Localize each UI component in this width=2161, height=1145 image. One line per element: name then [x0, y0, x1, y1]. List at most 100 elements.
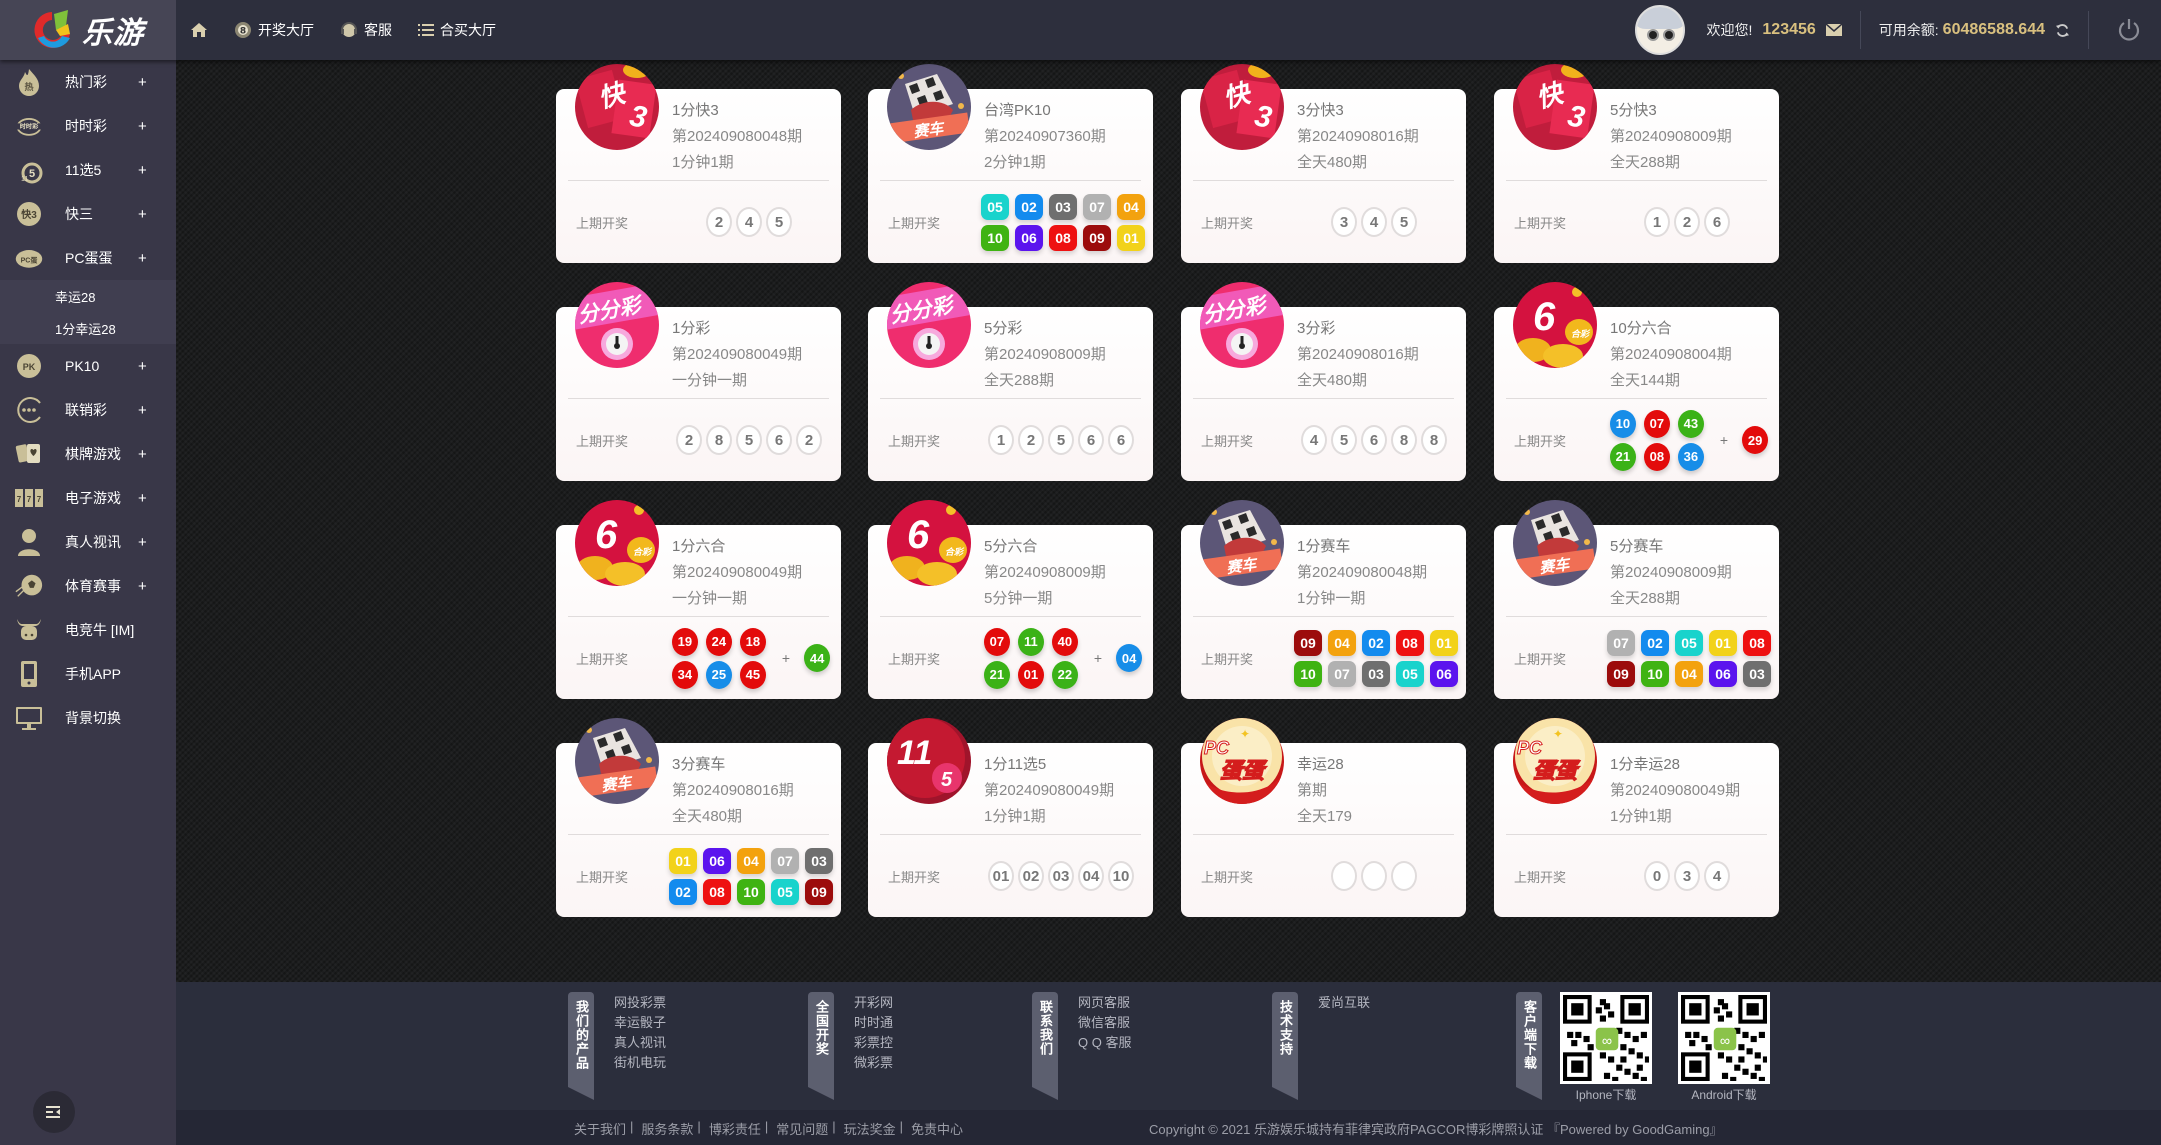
bottom-link[interactable]: 玩法奖金 — [844, 1119, 896, 1138]
sidebar-item-slot-machine[interactable]: 7 7 7 电子游戏 + — [0, 476, 176, 520]
sidebar-item-cards[interactable]: 棋牌游戏 + — [0, 432, 176, 476]
divider — [2088, 11, 2089, 49]
footer-link[interactable]: 幸运骰子 — [614, 1014, 666, 1031]
sidebar-item-mobile-phone[interactable]: 手机APP — [0, 652, 176, 696]
draw-frequency: 全天480期 — [672, 808, 743, 825]
sidebar-item-timer-lottery[interactable]: 时时彩 时时彩 + — [0, 104, 176, 148]
lottery-card[interactable]: 分分彩 5分彩 第20240908009期 全天288期 上期开奖 1 2 5 6 6 — [868, 282, 1153, 481]
sidebar-item-pk10[interactable]: PK PK10 + — [0, 344, 176, 388]
draw-ball: 2 — [706, 207, 732, 237]
draw-ball: 5 — [1331, 425, 1357, 455]
lottery-card[interactable]: 快 3 3分快3 第20240908016期 全天480期 上期开奖 3 4 5 — [1181, 64, 1466, 263]
bottom-link[interactable]: 免责中心 — [911, 1119, 963, 1138]
qr-code-icon: ∞ — [1678, 992, 1770, 1084]
nav-home[interactable] — [190, 22, 208, 38]
lottery-card[interactable]: 11 5 1分11选5 第202409080049期 1分钟1期 上期开奖 01 02 03 04… — [868, 718, 1153, 917]
draw-ball: 45 — [739, 660, 766, 689]
nav-label: 开奖大厅 — [258, 22, 314, 38]
footer-link[interactable]: 街机电玩 — [614, 1054, 666, 1071]
lottery-card[interactable]: 快 3 1分快3 第202409080048期 1分钟1期 上期开奖 2 4 5 — [556, 64, 841, 263]
nav-customer-service[interactable]: 客服 — [340, 20, 392, 40]
expand-plus-icon[interactable]: + — [138, 250, 147, 267]
expand-plus-icon[interactable]: + — [138, 402, 147, 419]
lottery-card[interactable]: 分分彩 3分彩 第20240908016期 全天480期 上期开奖 4 5 6 8 8 — [1181, 282, 1466, 481]
collapse-sidebar-button[interactable] — [33, 1091, 75, 1133]
dealer-icon — [14, 527, 44, 557]
footer-link[interactable]: Q Q 客服 — [1078, 1034, 1131, 1051]
issue-number: 第202409080048期 — [672, 128, 803, 145]
lottery-card[interactable]: 赛车 3分赛车 第20240908016期 全天480期 上期开奖 01 06 04 07 03 0… — [556, 718, 841, 917]
logout-power-icon[interactable] — [2097, 17, 2161, 43]
nav-group-buy[interactable]: 合买大厅 — [418, 20, 496, 40]
timer-lottery-icon: 时时彩 — [14, 111, 44, 141]
lottery-card[interactable]: 赛车 5分赛车 第20240908009期 全天288期 上期开奖 07 02 05 01 08 0… — [1494, 500, 1779, 699]
footer-link[interactable]: 时时通 — [854, 1014, 893, 1031]
lottery-name: 1分11选5 — [984, 756, 1047, 773]
expand-plus-icon[interactable]: + — [138, 118, 147, 135]
sidebar-item-soccer-ball[interactable]: 体育赛事 + — [0, 564, 176, 608]
bottom-link[interactable]: 常见问题 — [776, 1119, 828, 1138]
footer-link[interactable]: 真人视讯 — [614, 1034, 666, 1051]
expand-plus-icon[interactable]: + — [138, 74, 147, 91]
bottom-link[interactable]: 服务条款 — [641, 1119, 693, 1138]
draw-ball: 3 — [1331, 207, 1357, 237]
nav-lottery-hall[interactable]: 8 开奖大厅 — [234, 20, 314, 40]
lottery-card[interactable]: 6 合彩 10分六合 第20240908004期 全天144期 上期开奖 10 07 43 21 0… — [1494, 282, 1779, 481]
draw-ball: 11 — [1017, 627, 1044, 656]
sidebar-item-pc-egg[interactable]: PC蛋 PC蛋蛋 + — [0, 236, 176, 280]
sidebar-item-dealer[interactable]: 真人视讯 + — [0, 520, 176, 564]
draw-ball: 2 — [796, 425, 822, 455]
qr-iphone[interactable]: ∞ Iphone下载 — [1560, 992, 1652, 1103]
submenu-item-1min-lucky28[interactable]: 1分幸运28 — [55, 319, 116, 338]
logo[interactable]: 乐游 — [0, 0, 176, 60]
lottery-card[interactable]: 6 合彩 5分六合 第20240908009期 5分钟一期 上期开奖 07 11 40 21 01 2… — [868, 500, 1153, 699]
draw-ball — [1361, 861, 1387, 891]
footer-link[interactable]: 开彩网 — [854, 994, 893, 1011]
submenu-item-lucky28[interactable]: 幸运28 — [55, 287, 95, 306]
footer-link[interactable]: 网投彩票 — [614, 994, 666, 1011]
expand-plus-icon[interactable]: + — [138, 534, 147, 551]
expand-plus-icon[interactable]: + — [138, 578, 147, 595]
footer-link[interactable]: 网页客服 — [1078, 994, 1131, 1011]
lottery-card[interactable]: 分分彩 1分彩 第202409080049期 一分钟一期 上期开奖 2 8 5 6 2 — [556, 282, 841, 481]
footer-link[interactable]: 爱尚互联 — [1318, 994, 1370, 1011]
footer-link[interactable]: 彩票控 — [854, 1034, 893, 1051]
lottery-card[interactable]: 赛车 台湾PK10 第20240907360期 2分钟1期 上期开奖 05 02 03 07 04… — [868, 64, 1153, 263]
lottery-card[interactable]: PC 蛋蛋 ✦ 幸运28 第期 全天179 上期开奖 — [1181, 718, 1466, 917]
draw-numbers: 034 — [1644, 861, 1734, 891]
svg-text:热: 热 — [24, 81, 33, 92]
sidebar-item-fire[interactable]: 热 热门彩 + — [0, 60, 176, 104]
expand-plus-icon[interactable]: + — [138, 206, 147, 223]
sidebar-item-monitor[interactable]: 背景切换 — [0, 696, 176, 740]
draw-ball: 24 — [705, 627, 732, 656]
draw-ball: 6 — [1704, 207, 1730, 237]
expand-plus-icon[interactable]: + — [138, 162, 147, 179]
expand-plus-icon[interactable]: + — [138, 446, 147, 463]
footer-link[interactable]: 微彩票 — [854, 1054, 893, 1071]
sidebar-item-more[interactable]: 联销彩 + — [0, 388, 176, 432]
refresh-icon[interactable] — [2055, 23, 2070, 38]
lottery-card[interactable]: 快 3 5分快3 第20240908009期 全天288期 上期开奖 1 2 6 — [1494, 64, 1779, 263]
plus-separator: + — [1093, 650, 1103, 666]
sidebar-item-bull[interactable]: 电竞牛 [IM] — [0, 608, 176, 652]
expand-plus-icon[interactable]: + — [138, 490, 147, 507]
lottery-name: 1分彩 — [672, 320, 711, 337]
avatar[interactable] — [1634, 5, 1685, 55]
lottery-card[interactable]: PC 蛋蛋 ✦ 1分幸运28 第202409080049期 1分钟1期 上期开奖 0 3 4 — [1494, 718, 1779, 917]
sidebar-item-eleven-five[interactable]: 5 11 11选5 + — [0, 148, 176, 192]
qr-android[interactable]: ∞ Android下载 — [1678, 992, 1770, 1103]
expand-plus-icon[interactable]: + — [138, 358, 147, 375]
lottery-card[interactable]: 赛车 1分赛车 第202409080048期 1分钟一期 上期开奖 09 04 02 08 01 1… — [1181, 500, 1466, 699]
sidebar-item-dice[interactable]: 快3 快三 + — [0, 192, 176, 236]
bottom-link[interactable]: 关于我们 — [574, 1119, 626, 1138]
lottery-card[interactable]: 6 合彩 1分六合 第202409080049期 一分钟一期 上期开奖 19 24 18 34 25… — [556, 500, 841, 699]
copyright: Copyright © 2021 乐游娱乐城持有菲律宾政府PAGCOR博彩牌照认… — [1149, 1122, 1723, 1137]
special-ball: 04 — [1116, 644, 1143, 672]
qr-label: Iphone下载 — [1575, 1088, 1637, 1102]
footer-link[interactable]: 微信客服 — [1078, 1014, 1131, 1031]
divider — [1506, 180, 1767, 181]
mail-icon[interactable] — [1825, 24, 1842, 36]
bottom-link[interactable]: 博彩责任 — [709, 1119, 761, 1138]
draw-ball: 4 — [1361, 207, 1387, 237]
last-draw-label: 上期开奖 — [576, 870, 629, 885]
